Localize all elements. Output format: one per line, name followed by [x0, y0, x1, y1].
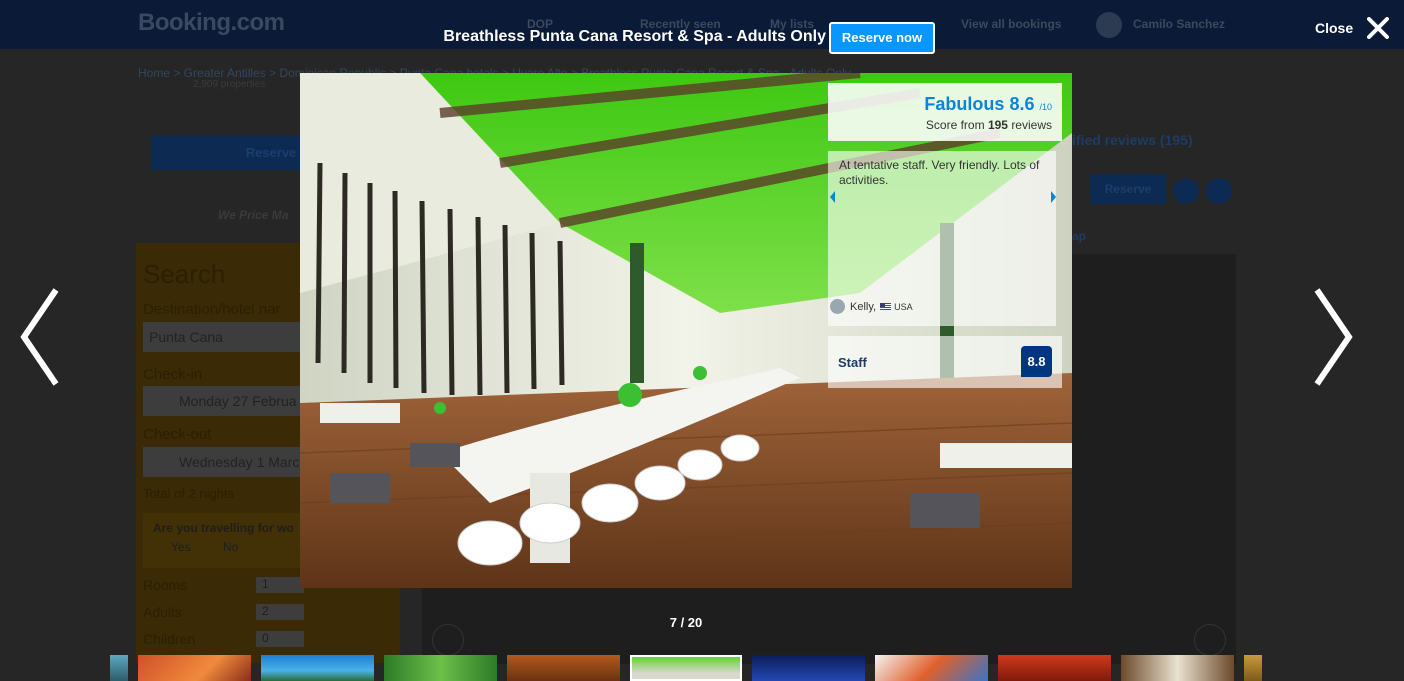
rooms-label: Rooms [143, 577, 188, 593]
thumbnail[interactable] [875, 655, 988, 681]
thumbnail[interactable] [1244, 655, 1262, 681]
reviewer-country: USA [894, 301, 913, 312]
review-prev-icon[interactable] [830, 191, 835, 203]
user-name: Camilo Sanchez [1133, 17, 1226, 31]
review-score-panel: Fabulous 8.6 /10 Score from 195 reviews [828, 83, 1062, 141]
reserve-now-button[interactable]: Reserve now [829, 22, 935, 54]
background-prev-icon [432, 624, 464, 656]
background-reserve-button-right: Reserve [1090, 174, 1166, 204]
rooms-select: 1 [256, 577, 304, 593]
score-headline: Fabulous 8.6 /10 [924, 94, 1052, 115]
score-value: 8.6 [1009, 94, 1035, 114]
thumbnail[interactable] [752, 655, 865, 681]
score-sub-prefix: Score from [925, 118, 985, 132]
thumbnail[interactable] [1121, 655, 1234, 681]
view-all-bookings-link: View all bookings [961, 17, 1062, 31]
price-match-text: We Price Ma [218, 208, 289, 222]
destination-label: Destination/hotel nar [143, 301, 281, 318]
search-title: Search [143, 259, 226, 289]
user-avatar [1096, 12, 1122, 38]
thumbnail-active[interactable] [630, 655, 742, 681]
score-word: Fabulous [924, 94, 1005, 114]
reviewer: Kelly, USA [830, 299, 913, 314]
children-label: Children [143, 631, 196, 647]
review-quote-panel: At tentative staff. Very friendly. Lots … [828, 151, 1056, 326]
travel-question: Are you travelling for wo [153, 521, 294, 535]
close-x-icon [1367, 17, 1390, 39]
background-next-icon [1194, 624, 1226, 656]
photo-counter: 7 / 20 [669, 615, 703, 630]
travel-yes: Yes [171, 540, 191, 554]
chevron-left-icon[interactable] [18, 288, 60, 386]
children-select: 0 [256, 631, 304, 647]
thumbnail[interactable] [507, 655, 620, 681]
map-link: ap [1072, 229, 1087, 243]
checkin-label: Check-in [143, 366, 203, 383]
nights-text: Total of 2 nights [143, 486, 235, 501]
adults-select: 2 [256, 604, 304, 620]
thumbnail[interactable] [110, 655, 128, 681]
close-button[interactable]: Close [1315, 14, 1390, 42]
breadcrumb-count: 2,909 properties [193, 79, 266, 90]
thumbnail[interactable] [261, 655, 374, 681]
thumbnail[interactable] [998, 655, 1111, 681]
category-score-badge: 8.8 [1021, 346, 1052, 377]
adults-label: Adults [143, 604, 182, 620]
thumbnail[interactable] [138, 655, 251, 681]
lightbox-title: Breathless Punta Cana Resort & Spa - Adu… [443, 28, 826, 45]
chevron-right-icon[interactable] [1313, 288, 1355, 386]
review-next-icon[interactable] [1051, 191, 1056, 203]
us-flag-icon [880, 303, 892, 310]
category-label: Staff [838, 355, 867, 370]
checkout-label: Check-out [143, 426, 212, 443]
score-out-of: /10 [1039, 102, 1052, 112]
save-heart-icon [1173, 178, 1199, 204]
review-count: 195 [987, 118, 1008, 132]
reviews-link: ified reviews (195) [1072, 132, 1193, 148]
review-text: At tentative staff. Very friendly. Lots … [839, 158, 1040, 187]
category-score-panel: Staff 8.8 [828, 336, 1062, 388]
reviewer-name: Kelly, [850, 300, 877, 313]
reviewer-avatar [830, 299, 845, 314]
score-subtitle: Score from 195 reviews [926, 118, 1052, 132]
thumbnail-strip [110, 655, 1270, 681]
share-icon [1206, 178, 1232, 204]
close-label: Close [1315, 20, 1354, 36]
score-sub-suffix: reviews [1011, 118, 1052, 132]
thumbnail[interactable] [384, 655, 497, 681]
travel-no: No [223, 540, 239, 554]
